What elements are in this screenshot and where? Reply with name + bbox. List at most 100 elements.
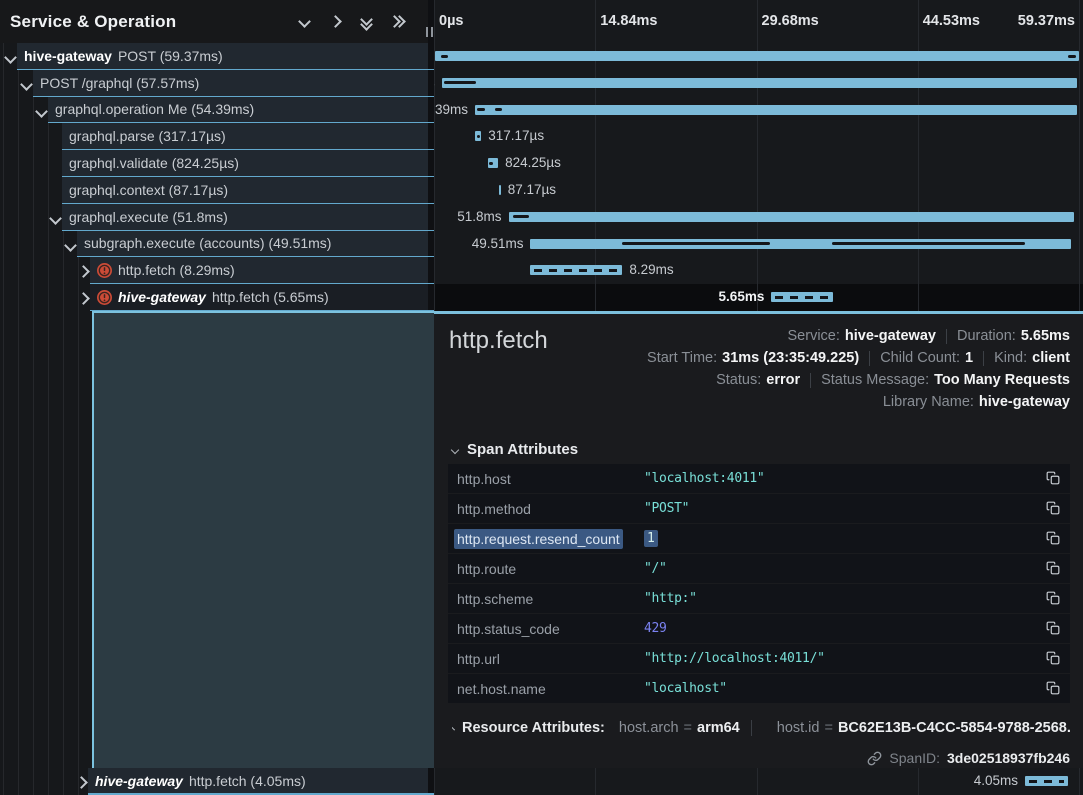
attribute-row: http.host"localhost:4011"	[448, 464, 1070, 493]
span-bar[interactable]	[488, 158, 498, 168]
tree-row[interactable]: graphql.context (87.17µs)	[0, 177, 434, 204]
ruler-tick: 14.84ms	[600, 13, 657, 29]
selected-span-expansion	[92, 311, 434, 768]
span-name-label: graphql.validate (824.25µs)	[69, 155, 239, 171]
span-bar[interactable]	[530, 265, 622, 275]
meta-key: Kind:	[994, 350, 1027, 366]
collapse-chevron-icon[interactable]	[64, 239, 77, 252]
error-icon	[97, 263, 112, 278]
span-attributes-section-toggle[interactable]: Span Attributes	[452, 441, 578, 458]
service-name: hive-gateway	[95, 773, 183, 789]
tree-row[interactable]: subgraph.execute (accounts) (49.51ms)	[0, 231, 434, 258]
meta-value: error	[766, 372, 800, 388]
timeline-row[interactable]: 54.39ms	[434, 97, 1083, 124]
copy-icon[interactable]	[1046, 501, 1062, 517]
tree-row[interactable]: POST /graphql (57.57ms)	[0, 70, 434, 97]
meta-value: Too Many Requests	[934, 372, 1070, 388]
span-bar[interactable]	[771, 292, 833, 302]
collapse-chevron-icon[interactable]	[49, 212, 62, 225]
timeline-row[interactable]: 57.57ms	[434, 70, 1083, 97]
timeline-row[interactable]: 51.8ms	[434, 204, 1083, 231]
tree-row-content: graphql.execute (51.8ms)	[69, 204, 228, 230]
resource-key: host.arch	[619, 720, 679, 736]
copy-icon[interactable]	[1046, 591, 1062, 607]
link-icon[interactable]	[867, 751, 882, 766]
span-bar[interactable]	[475, 131, 481, 141]
tree-row-content: graphql.operation Me (54.39ms)	[55, 97, 254, 123]
tree-row[interactable]: graphql.operation Me (54.39ms)	[0, 97, 434, 124]
ruler-tick: 59.37ms	[1018, 13, 1075, 29]
attribute-key: http.route	[457, 561, 516, 577]
expand-chevron-icon[interactable]	[77, 266, 90, 279]
attribute-value: "/"	[644, 561, 667, 576]
meta-separator	[983, 351, 984, 366]
span-bar[interactable]	[435, 51, 1079, 61]
tree-row[interactable]: hive-gateway http.fetch (5.65ms)	[0, 284, 434, 311]
meta-separator	[946, 329, 947, 344]
tree-row-content: subgraph.execute (accounts) (49.51ms)	[84, 231, 331, 257]
tree-row[interactable]: http.fetch (8.29ms)	[0, 257, 434, 284]
child-span-mark	[1068, 55, 1076, 58]
resource-attributes-section-toggle[interactable]: Resource Attributes: host.arch=arm64host…	[452, 720, 1070, 736]
span-bar[interactable]	[475, 105, 1077, 115]
expand-one-icon[interactable]	[328, 15, 342, 29]
timeline-row[interactable]: 317.17µs	[434, 123, 1083, 150]
duration-label: 8.29ms	[629, 262, 673, 277]
tree-row-content: hive-gatewayPOST (59.37ms)	[24, 43, 223, 69]
copy-icon[interactable]	[1046, 561, 1062, 577]
copy-icon[interactable]	[1046, 471, 1062, 487]
collapse-chevron-icon[interactable]	[20, 78, 33, 91]
error-icon	[97, 290, 112, 305]
attribute-row: net.host.name"localhost"	[448, 674, 1070, 703]
collapse-one-icon[interactable]	[297, 15, 311, 29]
child-span-mark	[495, 108, 503, 111]
expand-all-icon[interactable]	[390, 15, 404, 29]
detail-meta-line: Status:errorStatus Message:Too Many Requ…	[647, 369, 1070, 391]
span-bar[interactable]	[442, 78, 1078, 88]
child-span-mark	[513, 215, 529, 218]
timeline-row[interactable]: 824.25µs	[434, 150, 1083, 177]
collapse-all-icon[interactable]	[359, 15, 373, 29]
tree-row[interactable]: hive-gatewayhttp.fetch (4.05ms)	[0, 768, 434, 795]
chevron-right-icon	[452, 726, 455, 731]
timeline-row[interactable]: 5.65ms	[434, 284, 1083, 311]
resource-value: BC62E13B-C4CC-5854-9788-2568...	[838, 720, 1070, 736]
tree-row[interactable]: graphql.parse (317.17µs)	[0, 123, 434, 150]
copy-icon[interactable]	[1046, 621, 1062, 637]
timeline-row[interactable]: 4.05ms	[434, 768, 1083, 795]
expand-chevron-icon[interactable]	[77, 292, 90, 305]
span-name-label: graphql.operation Me (54.39ms)	[55, 101, 254, 117]
copy-icon[interactable]	[1046, 651, 1062, 667]
attribute-row: http.request.resend_count1	[448, 524, 1070, 553]
detail-meta-line: Library Name:hive-gateway	[647, 391, 1070, 413]
timeline-row[interactable]: 49.51ms	[434, 231, 1083, 258]
copy-icon[interactable]	[1046, 531, 1062, 547]
service-name: hive-gateway	[118, 289, 206, 305]
timeline-row[interactable]: 8.29ms	[434, 257, 1083, 284]
timeline-row[interactable]: 59.37ms	[434, 43, 1083, 70]
duration-label: 824.25µs	[505, 155, 561, 170]
tree-row[interactable]: graphql.execute (51.8ms)	[0, 204, 434, 231]
ruler-tick: 29.68ms	[762, 13, 819, 29]
tree-row-content: POST /graphql (57.57ms)	[40, 70, 199, 96]
duration-label: 57.57ms	[434, 75, 435, 90]
collapse-chevron-icon[interactable]	[35, 105, 48, 118]
copy-icon[interactable]	[1046, 681, 1062, 697]
duration-label: 87.17µs	[508, 182, 556, 197]
expand-chevron-icon[interactable]	[75, 776, 88, 789]
tree-row[interactable]: hive-gatewayPOST (59.37ms)	[0, 43, 434, 70]
span-bar[interactable]	[530, 239, 1071, 249]
collapse-chevron-icon[interactable]	[4, 51, 17, 64]
span-bar[interactable]	[1025, 776, 1068, 786]
meta-key: Service:	[788, 328, 840, 344]
tree-row[interactable]: graphql.validate (824.25µs)	[0, 150, 434, 177]
attribute-value: "http:"	[644, 591, 697, 606]
span-bar[interactable]	[509, 212, 1074, 222]
resize-handle-icon[interactable]	[426, 27, 433, 37]
span-bar[interactable]	[499, 185, 501, 195]
timeline-row[interactable]: 87.17µs	[434, 177, 1083, 204]
span-name-label: http.fetch (5.65ms)	[212, 289, 329, 305]
child-span-mark	[832, 242, 1025, 245]
attribute-value: "http://localhost:4011/"	[644, 651, 825, 666]
span-meta: Service:hive-gatewayDuration:5.65msStart…	[647, 325, 1070, 413]
